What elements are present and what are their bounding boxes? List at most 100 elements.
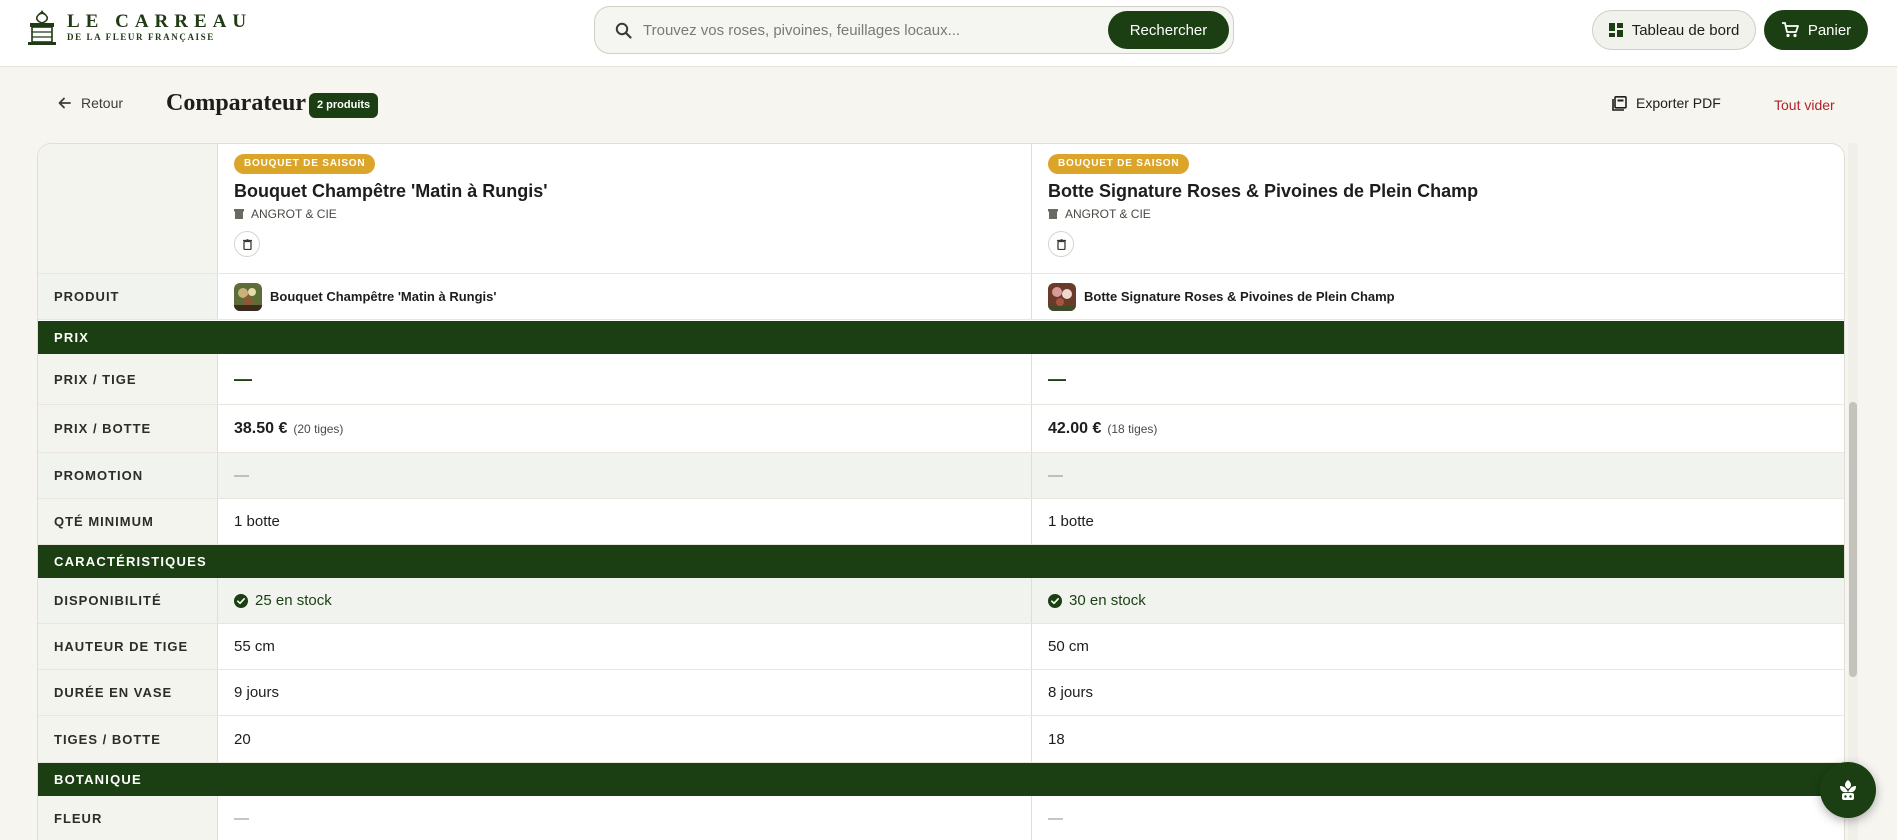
value-cell: 1 botte: [218, 499, 1032, 544]
value-cell: 30 en stock: [1032, 578, 1844, 623]
back-label: Retour: [81, 95, 124, 111]
row-label: DISPONIBILITÉ: [38, 578, 218, 623]
empty-value: —: [234, 810, 249, 827]
stock-text: 30 en stock: [1069, 592, 1146, 609]
product-column-2: BOUQUET DE SAISON Botte Signature Roses …: [1032, 144, 1844, 273]
remove-product-button[interactable]: [1048, 231, 1074, 257]
row-label: QTÉ MINIMUM: [38, 499, 218, 544]
table-row-produit: PRODUIT Bouquet Champêtre 'Matin à Rungi…: [38, 274, 1844, 320]
supplier-name: ANGROT & CIE: [251, 207, 337, 221]
section-header-caracteristiques: CARACTÉRISTIQUES: [38, 545, 1844, 578]
row-label: FLEUR: [38, 796, 218, 840]
trash-icon: [1056, 238, 1066, 250]
value-cell: —: [1032, 796, 1844, 840]
search-bar: Rechercher: [594, 6, 1234, 54]
value-cell: 38.50 € (20 tiges): [218, 405, 1032, 452]
table-row-qte-minimum: QTÉ MINIMUM 1 botte 1 botte: [38, 499, 1844, 545]
product-header-row: BOUQUET DE SAISON Bouquet Champêtre 'Mat…: [38, 144, 1844, 274]
logo-wordmark: LE CARREAU: [67, 11, 253, 32]
value-cell: 8 jours: [1048, 684, 1094, 701]
row-label: HAUTEUR DE TIGE: [38, 624, 218, 669]
dashboard-button[interactable]: Tableau de bord: [1592, 10, 1756, 50]
storefront-logo-icon: [28, 10, 56, 45]
comparison-table: BOUQUET DE SAISON Bouquet Champêtre 'Mat…: [37, 143, 1845, 840]
check-circle-icon: [234, 593, 248, 608]
table-row-disponibilite: DISPONIBILITÉ 25 en stock 30 en stock: [38, 578, 1844, 624]
stems-count-note: (18 tiges): [1107, 421, 1158, 436]
product-column-1: BOUQUET DE SAISON Bouquet Champêtre 'Mat…: [218, 144, 1032, 273]
cart-label: Panier: [1807, 21, 1852, 39]
product-name-small: Bouquet Champêtre 'Matin à Rungis': [270, 289, 497, 304]
search-button[interactable]: Rechercher: [1108, 11, 1229, 49]
value-cell: 20: [218, 716, 1032, 762]
back-button[interactable]: Retour: [58, 95, 123, 111]
cart-icon: [1781, 22, 1799, 38]
table-row-prix-botte: PRIX / BOTTE 38.50 € (20 tiges) 42.00 € …: [38, 405, 1844, 453]
export-pdf-label: Exporter PDF: [1636, 95, 1721, 111]
product-thumbnail[interactable]: [1048, 282, 1076, 311]
pdf-file-icon: [1612, 95, 1627, 111]
building-icon: [234, 209, 244, 219]
empty-value: —: [234, 467, 249, 484]
trash-icon: [242, 238, 252, 250]
product-thumbnail[interactable]: [234, 282, 262, 311]
stock-text: 25 en stock: [255, 592, 332, 609]
stems-count-note: (20 tiges): [293, 421, 344, 436]
value-cell: —: [218, 354, 1032, 404]
value-cell: 1 botte: [1048, 513, 1094, 530]
row-label: PRIX / TIGE: [38, 354, 218, 404]
product-cell: Botte Signature Roses & Pivoines de Plei…: [1032, 274, 1844, 319]
row-label: DURÉE EN VASE: [38, 670, 218, 715]
page-title: Comparateur: [166, 90, 306, 116]
clear-all-button[interactable]: Tout vider: [1774, 97, 1835, 113]
section-header-prix: PRIX: [38, 321, 1844, 354]
building-icon: [1048, 209, 1058, 219]
value-cell: 18: [1048, 730, 1065, 748]
dashboard-label: Tableau de bord: [1631, 21, 1740, 39]
product-name[interactable]: Botte Signature Roses & Pivoines de Plei…: [1048, 181, 1478, 202]
assistant-button[interactable]: [1820, 762, 1876, 818]
empty-value: —: [1048, 467, 1063, 484]
value-cell: —: [218, 453, 1032, 498]
table-row-tiges-botte: TIGES / BOTTE 20 18: [38, 716, 1844, 763]
remove-product-button[interactable]: [234, 231, 260, 257]
value-cell: 9 jours: [218, 670, 1032, 715]
value-cell: 25 en stock: [218, 578, 1032, 623]
empty-value: —: [1048, 368, 1066, 389]
table-row-prix-tige: PRIX / TIGE — —: [38, 354, 1844, 405]
product-count-badge: 2 produits: [309, 93, 379, 118]
product-name[interactable]: Bouquet Champêtre 'Matin à Rungis': [234, 181, 548, 202]
arrow-left-icon: [58, 97, 71, 109]
search-icon: [615, 22, 632, 39]
stock-status: 25 en stock: [234, 592, 332, 609]
row-label: PRIX / BOTTE: [38, 405, 218, 452]
value-cell: —: [218, 796, 1032, 840]
price-value: 38.50 €: [234, 419, 288, 437]
value-cell: —: [1032, 453, 1844, 498]
site-logo[interactable]: LE CARREAU DE LA FLEUR FRANÇAISE: [26, 8, 252, 46]
table-row-duree-vase: DURÉE EN VASE 9 jours 8 jours: [38, 670, 1844, 716]
product-cell: Bouquet Champêtre 'Matin à Rungis': [218, 274, 1032, 319]
stock-status: 30 en stock: [1048, 592, 1146, 609]
supplier-name: ANGROT & CIE: [1065, 207, 1151, 221]
section-header-botanique: BOTANIQUE: [38, 763, 1844, 796]
dashboard-grid-icon: [1608, 23, 1623, 37]
season-tag: BOUQUET DE SAISON: [1048, 154, 1190, 174]
supplier-info: ANGROT & CIE: [1048, 207, 1151, 221]
value-cell: —: [1032, 354, 1844, 404]
cart-button[interactable]: Panier: [1764, 10, 1868, 50]
scrollbar-thumb[interactable]: [1849, 402, 1857, 677]
season-tag: BOUQUET DE SAISON: [234, 154, 376, 174]
empty-value: —: [1048, 810, 1063, 827]
empty-header-cell: [38, 144, 218, 273]
search-input[interactable]: [643, 13, 1143, 47]
table-row-fleur: FLEUR — —: [38, 796, 1844, 840]
table-row-hauteur: HAUTEUR DE TIGE 55 cm 50 cm: [38, 624, 1844, 670]
export-pdf-button[interactable]: Exporter PDF: [1612, 95, 1721, 111]
value-cell: 42.00 € (18 tiges): [1032, 405, 1844, 452]
row-label: PROMOTION: [38, 453, 218, 498]
value-cell: 55 cm: [218, 624, 1032, 669]
row-label: PRODUIT: [38, 274, 218, 319]
supplier-info: ANGROT & CIE: [234, 207, 337, 221]
price-value: 42.00 €: [1048, 419, 1102, 437]
